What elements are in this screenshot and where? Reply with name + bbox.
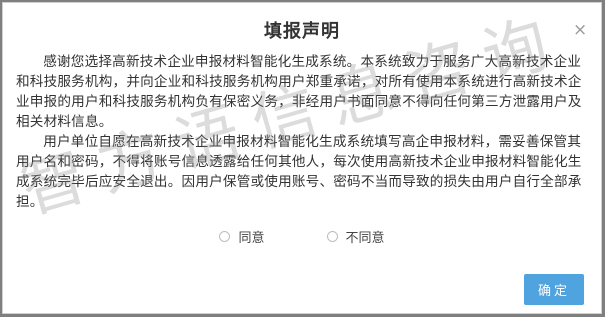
- agree-label: 同意: [238, 231, 265, 246]
- declaration-paragraph-2: 用户单位自愿在高新技术企业申报材料智能化生成系统填写高企申报材料，需妥善保管其用…: [16, 134, 582, 210]
- agree-radio[interactable]: [219, 231, 231, 242]
- declaration-content: 感谢您选择高新技术企业申报材料智能化生成系统。本系统致力于服务广大高新技术企业和…: [16, 52, 594, 212]
- disagree-option[interactable]: 不同意: [326, 227, 385, 246]
- close-icon[interactable]: ×: [573, 22, 587, 39]
- declaration-dialog: 填报声明 × 感谢您选择高新技术企业申报材料智能化生成系统。本系统致力于服务广大…: [2, 2, 602, 314]
- dialog-title: 填报声明: [264, 21, 340, 42]
- confirm-button[interactable]: 确定: [524, 274, 584, 305]
- consent-options: 同意 不同意: [3, 227, 601, 246]
- declaration-paragraph-1: 感谢您选择高新技术企业申报材料智能化生成系统。本系统致力于服务广大高新技术企业和…: [16, 54, 582, 130]
- agree-option[interactable]: 同意: [219, 227, 265, 246]
- disagree-label: 不同意: [345, 231, 385, 246]
- disagree-radio[interactable]: [326, 231, 338, 242]
